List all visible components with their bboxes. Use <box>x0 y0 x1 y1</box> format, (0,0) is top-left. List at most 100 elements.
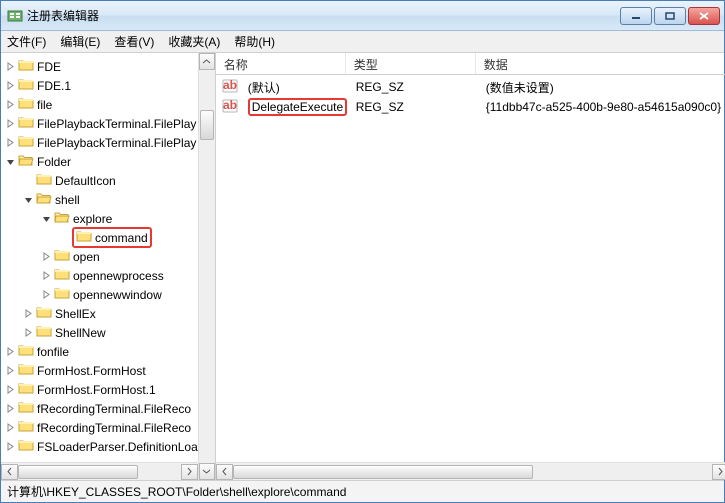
tree-item[interactable]: opennewwindow <box>5 285 198 304</box>
chevron-down-icon[interactable] <box>5 156 16 167</box>
tree-item[interactable]: FSLoaderParser.DefinitionLoa <box>5 437 198 456</box>
tree-item[interactable]: open <box>5 247 198 266</box>
value-name: DelegateExecute <box>240 100 348 114</box>
tree-item[interactable]: fRecordingTerminal.FileReco <box>5 399 198 418</box>
menu-favorites[interactable]: 收藏夹(A) <box>168 33 220 50</box>
scroll-thumb[interactable] <box>18 465 138 479</box>
vscroll-track[interactable] <box>199 70 215 463</box>
tree-label: fRecordingTerminal.FileReco <box>37 402 191 416</box>
chevron-right-icon[interactable] <box>5 384 16 395</box>
tree-item[interactable]: opennewprocess <box>5 266 198 285</box>
tree-label: opennewwindow <box>73 288 162 302</box>
chevron-right-icon[interactable] <box>5 365 16 376</box>
tree-view[interactable]: FDEFDE.1fileFilePlaybackTerminal.FilePla… <box>1 53 198 462</box>
status-path: 计算机\HKEY_CLASSES_ROOT\Folder\shell\explo… <box>7 483 346 500</box>
folder-icon <box>18 134 37 151</box>
menu-file[interactable]: 文件(F) <box>7 33 46 50</box>
folder-icon <box>54 286 73 303</box>
column-name[interactable]: 名称 <box>216 53 346 74</box>
scroll-track[interactable] <box>233 464 712 480</box>
tree-item[interactable]: FormHost.FormHost <box>5 361 198 380</box>
chevron-right-icon[interactable] <box>5 422 16 433</box>
chevron-right-icon[interactable] <box>41 251 52 262</box>
chevron-right-icon[interactable] <box>23 327 34 338</box>
scroll-up-icon[interactable] <box>199 53 215 70</box>
folder-icon <box>36 324 55 341</box>
minimize-button[interactable] <box>620 7 652 25</box>
tree-item[interactable]: FilePlaybackTerminal.FilePlay <box>5 114 198 133</box>
chevron-down-icon[interactable] <box>23 194 34 205</box>
tree-label: Folder <box>37 155 71 169</box>
menubar: 文件(F) 编辑(E) 查看(V) 收藏夹(A) 帮助(H) <box>1 31 724 53</box>
tree-label: explore <box>73 212 112 226</box>
maximize-button[interactable] <box>654 7 686 25</box>
chevron-down-icon[interactable] <box>41 213 52 224</box>
tree-item[interactable]: file <box>5 95 198 114</box>
value-row[interactable]: abDelegateExecuteREG_SZ{11dbb47c-a525-40… <box>216 97 725 117</box>
tree-label: FilePlaybackTerminal.FilePlay <box>37 136 196 150</box>
tree-label: FDE.1 <box>37 79 71 93</box>
menu-edit[interactable]: 编辑(E) <box>60 33 100 50</box>
scroll-down-icon[interactable] <box>199 463 215 480</box>
tree-item[interactable]: explore <box>5 209 198 228</box>
list-body[interactable]: ab(默认)REG_SZ(数值未设置)abDelegateExecuteREG_… <box>216 75 725 462</box>
tree-label: ShellNew <box>55 326 106 340</box>
tree-item[interactable]: FormHost.FormHost.1 <box>5 380 198 399</box>
value-type: REG_SZ <box>348 100 478 114</box>
tree-label: open <box>73 250 100 264</box>
column-type[interactable]: 类型 <box>346 53 476 74</box>
folder-icon <box>18 58 37 75</box>
chevron-right-icon[interactable] <box>5 403 16 414</box>
chevron-right-icon[interactable] <box>5 80 16 91</box>
chevron-right-icon[interactable] <box>5 441 16 452</box>
tree-item[interactable]: FDE.1 <box>5 76 198 95</box>
folder-icon <box>18 400 37 417</box>
chevron-right-icon[interactable] <box>5 346 16 357</box>
tree-label: fRecordingTerminal.FileReco <box>37 421 191 435</box>
vscroll-thumb[interactable] <box>200 110 214 140</box>
menu-help[interactable]: 帮助(H) <box>234 33 275 50</box>
tree-item[interactable]: Folder <box>5 152 198 171</box>
titlebar[interactable]: 注册表编辑器 <box>1 1 724 31</box>
tree-label: ShellEx <box>55 307 96 321</box>
scroll-thumb[interactable] <box>233 465 533 479</box>
tree-label: shell <box>55 193 80 207</box>
tree-item[interactable]: FDE <box>5 57 198 76</box>
chevron-right-icon[interactable] <box>41 289 52 300</box>
scroll-left-icon[interactable] <box>1 464 18 480</box>
chevron-right-icon[interactable] <box>5 118 16 129</box>
folder-icon <box>54 248 73 265</box>
tree-item[interactable]: FilePlaybackTerminal.FilePlay <box>5 133 198 152</box>
tree-item[interactable]: DefaultIcon <box>5 171 198 190</box>
scroll-track[interactable] <box>18 464 181 480</box>
tree-item[interactable]: fRecordingTerminal.FileReco <box>5 418 198 437</box>
tree-vscrollbar[interactable] <box>198 53 215 480</box>
value-row[interactable]: ab(默认)REG_SZ(数值未设置) <box>216 77 725 97</box>
tree-item[interactable]: ShellEx <box>5 304 198 323</box>
tree-item[interactable]: shell <box>5 190 198 209</box>
folder-icon <box>36 305 55 322</box>
value-data: (数值未设置) <box>478 79 725 96</box>
column-data[interactable]: 数据 <box>476 53 725 74</box>
statusbar: 计算机\HKEY_CLASSES_ROOT\Folder\shell\explo… <box>1 480 724 502</box>
scroll-left-icon[interactable] <box>216 464 233 480</box>
folder-icon <box>18 362 37 379</box>
chevron-right-icon[interactable] <box>5 61 16 72</box>
folder-icon <box>18 153 37 170</box>
chevron-right-icon[interactable] <box>5 99 16 110</box>
chevron-right-icon[interactable] <box>41 270 52 281</box>
chevron-right-icon[interactable] <box>23 308 34 319</box>
tree-item[interactable]: fonfile <box>5 342 198 361</box>
tree-item[interactable]: ShellNew <box>5 323 198 342</box>
chevron-right-icon[interactable] <box>5 137 16 148</box>
menu-view[interactable]: 查看(V) <box>114 33 154 50</box>
list-hscrollbar[interactable] <box>216 462 725 480</box>
folder-icon <box>18 343 37 360</box>
tree-hscrollbar[interactable] <box>1 462 198 480</box>
scroll-right-icon[interactable] <box>712 464 725 480</box>
value-type: REG_SZ <box>348 80 478 94</box>
close-button[interactable] <box>688 7 720 25</box>
tree-item[interactable]: command <box>5 228 198 247</box>
scroll-right-icon[interactable] <box>181 464 198 480</box>
folder-icon <box>18 381 37 398</box>
